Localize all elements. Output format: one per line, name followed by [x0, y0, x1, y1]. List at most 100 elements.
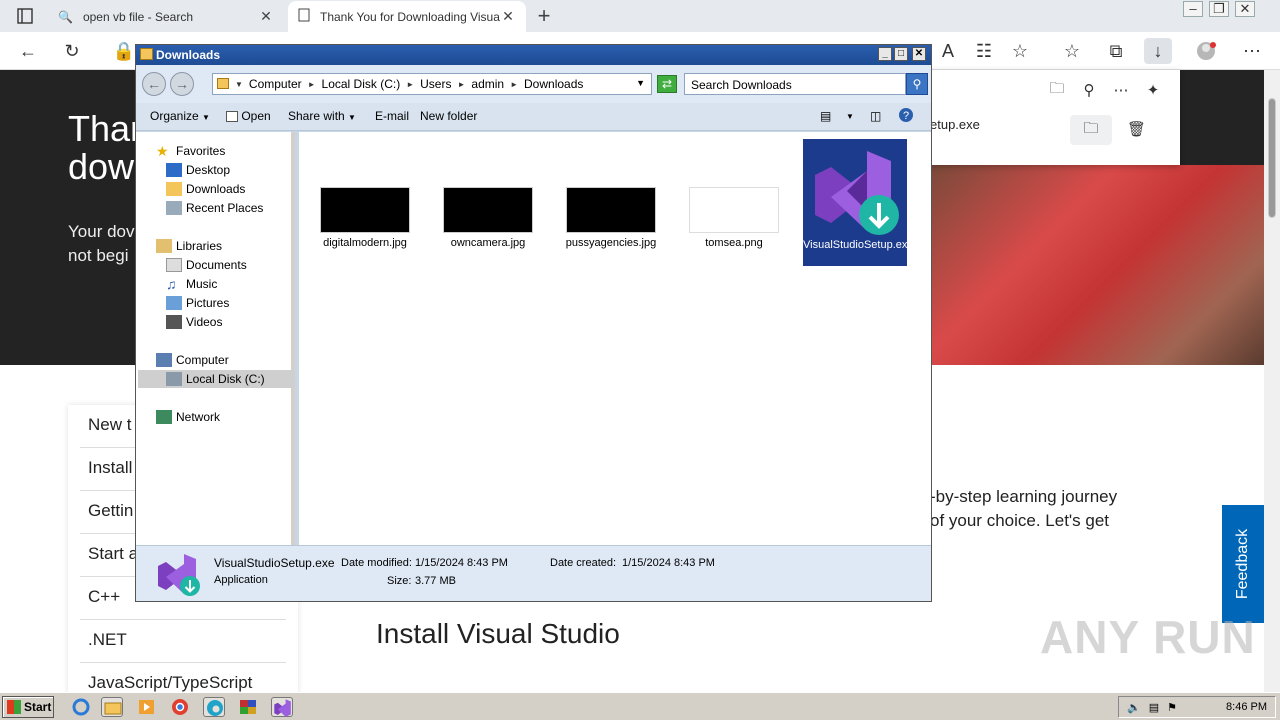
explorer-title-bar[interactable]: Downloads _ □ ✕ — [136, 45, 931, 65]
page-scrollbar[interactable] — [1264, 70, 1280, 692]
nav-label: Network — [176, 410, 221, 424]
minimize-button[interactable]: _ — [878, 47, 892, 61]
visual-studio-icon — [807, 145, 903, 237]
back-icon[interactable]: ← — [14, 38, 42, 64]
close-tab-icon[interactable]: ✕ — [258, 8, 274, 25]
nav-computer[interactable]: Computer — [156, 351, 229, 369]
start-button[interactable]: Start — [2, 696, 54, 718]
tab-search[interactable]: 🔍 open vb file - Search ✕ — [48, 1, 284, 32]
pin-icon[interactable]: ✦ — [1141, 78, 1165, 102]
nav-videos[interactable]: Videos — [166, 313, 222, 331]
breadcrumb[interactable]: Users — [420, 77, 451, 91]
organize-button[interactable]: Organize ▼ — [150, 109, 210, 123]
add-favorite-icon[interactable]: ☆ — [1006, 38, 1034, 64]
back-icon[interactable]: ← — [142, 72, 166, 96]
detail-label: Date modified: — [341, 557, 412, 569]
help-icon[interactable]: ? — [898, 107, 914, 126]
new-tab-button[interactable]: + — [532, 3, 556, 29]
maximize-button[interactable]: □ — [894, 47, 908, 61]
delete-icon[interactable]: 🗑 — [1127, 120, 1146, 138]
immersive-reader-icon[interactable]: ☷ — [970, 38, 998, 64]
search-icon[interactable]: ⚲ — [1077, 78, 1101, 102]
file-item[interactable]: pussyagencies.jpg — [559, 187, 663, 249]
profile-avatar[interactable] — [1192, 38, 1220, 64]
windows-logo-icon — [7, 700, 21, 714]
new-folder-button[interactable]: New folder — [420, 109, 477, 123]
email-button[interactable]: E-mail — [375, 109, 409, 123]
search-icon[interactable]: ⚲ — [906, 73, 928, 95]
file-item[interactable]: tomsea.png — [682, 187, 786, 249]
file-item[interactable]: digitalmodern.jpg — [313, 187, 417, 249]
close-button[interactable]: ✕ — [1235, 1, 1255, 17]
file-item[interactable]: owncamera.jpg — [436, 187, 540, 249]
preview-pane-icon[interactable]: ◫ — [870, 109, 881, 123]
close-tab-icon[interactable]: ✕ — [500, 8, 516, 25]
nav-favorites[interactable]: ★ Favorites — [156, 142, 225, 160]
chrome-icon[interactable] — [169, 697, 191, 717]
computer-icon — [156, 353, 172, 367]
folder-icon — [217, 78, 229, 89]
view-options-icon[interactable]: ▤ — [820, 109, 831, 123]
start-label: Start — [24, 700, 52, 714]
search-icon: 🔍 — [58, 9, 73, 24]
chevron-right-icon: ► — [307, 79, 316, 89]
file-name: tomsea.png — [705, 237, 763, 249]
nav-pictures[interactable]: Pictures — [166, 294, 229, 312]
archiver-icon[interactable] — [237, 697, 259, 717]
chevron-down-icon[interactable]: ▼ — [636, 78, 645, 88]
show-desktop-button[interactable] — [1272, 696, 1278, 718]
tab-actions-icon[interactable] — [8, 6, 40, 26]
watermark: ANY RUN — [1040, 611, 1256, 663]
more-icon[interactable]: ⋯ — [1109, 78, 1133, 102]
open-button[interactable]: Open — [226, 109, 271, 123]
visual-studio-installer-icon[interactable] — [271, 697, 293, 717]
breadcrumb[interactable]: Local Disk (C:) — [322, 77, 401, 91]
tab-thank-you[interactable]: Thank You for Downloading Visual Studio … — [288, 1, 526, 32]
taskbar: Start 🔈 ▤ ⚑ 8:46 PM — [0, 692, 1280, 720]
volume-icon[interactable]: 🔈 — [1127, 701, 1141, 714]
show-in-folder-button[interactable]: 🗀 — [1070, 115, 1112, 145]
refresh-icon[interactable]: ⇄ — [657, 75, 677, 93]
edge-icon[interactable] — [203, 697, 225, 717]
nav-local-disk[interactable]: Local Disk (C:) — [138, 370, 294, 388]
forward-icon[interactable]: → — [170, 72, 194, 96]
nav-desktop[interactable]: Desktop — [166, 161, 230, 179]
nav-downloads[interactable]: Downloads — [166, 180, 245, 198]
breadcrumb[interactable]: Downloads — [524, 77, 583, 91]
nav-recent-places[interactable]: Recent Places — [166, 199, 263, 217]
breadcrumb[interactable]: Computer — [249, 77, 302, 91]
system-tray: 🔈 ▤ ⚑ 8:46 PM — [1118, 696, 1276, 718]
refresh-icon[interactable]: ↻ — [58, 38, 86, 64]
open-folder-icon[interactable]: 🗀 — [1045, 78, 1069, 102]
address-bar[interactable]: ▼ Computer ► Local Disk (C:) ► Users ► a… — [212, 73, 652, 95]
nav-network[interactable]: Network — [156, 408, 220, 426]
chevron-down-icon[interactable]: ▼ — [846, 112, 854, 121]
media-player-icon[interactable] — [136, 697, 158, 717]
close-button[interactable]: ✕ — [912, 47, 926, 61]
search-input[interactable]: Search Downloads — [684, 73, 906, 95]
read-aloud-icon[interactable]: A — [934, 38, 962, 64]
network-icon[interactable]: ▤ — [1149, 701, 1159, 714]
nav-item[interactable]: .NET — [80, 620, 286, 663]
download-file-name[interactable]: etup.exe — [930, 117, 980, 132]
clock[interactable]: 8:46 PM — [1226, 701, 1267, 713]
restore-button[interactable]: ❐ — [1209, 1, 1229, 17]
favorites-icon[interactable]: ☆ — [1058, 38, 1086, 64]
nav-documents[interactable]: Documents — [166, 256, 247, 274]
file-item-selected[interactable]: VisualStudioSetup.exe — [803, 139, 914, 266]
nav-libraries[interactable]: Libraries — [156, 237, 222, 255]
collections-icon[interactable]: ⧉ — [1102, 38, 1130, 64]
explorer-icon[interactable] — [101, 697, 123, 717]
breadcrumb[interactable]: admin — [471, 77, 504, 91]
flag-icon[interactable]: ⚑ — [1167, 701, 1177, 714]
more-options-icon[interactable]: ⋯ — [1238, 38, 1266, 64]
file-name: VisualStudioSetup.exe — [803, 239, 914, 251]
downloads-icon[interactable]: ↓ — [1144, 38, 1172, 64]
scrollbar-thumb[interactable] — [1268, 98, 1276, 218]
nav-music[interactable]: ♫ Music — [166, 275, 217, 293]
minimize-button[interactable]: – — [1183, 1, 1203, 17]
internet-explorer-icon[interactable] — [70, 697, 92, 717]
hero-subtitle: Your dov not begi — [68, 220, 134, 268]
share-with-button[interactable]: Share with ▼ — [288, 109, 356, 123]
feedback-button[interactable]: Feedback — [1222, 505, 1264, 623]
